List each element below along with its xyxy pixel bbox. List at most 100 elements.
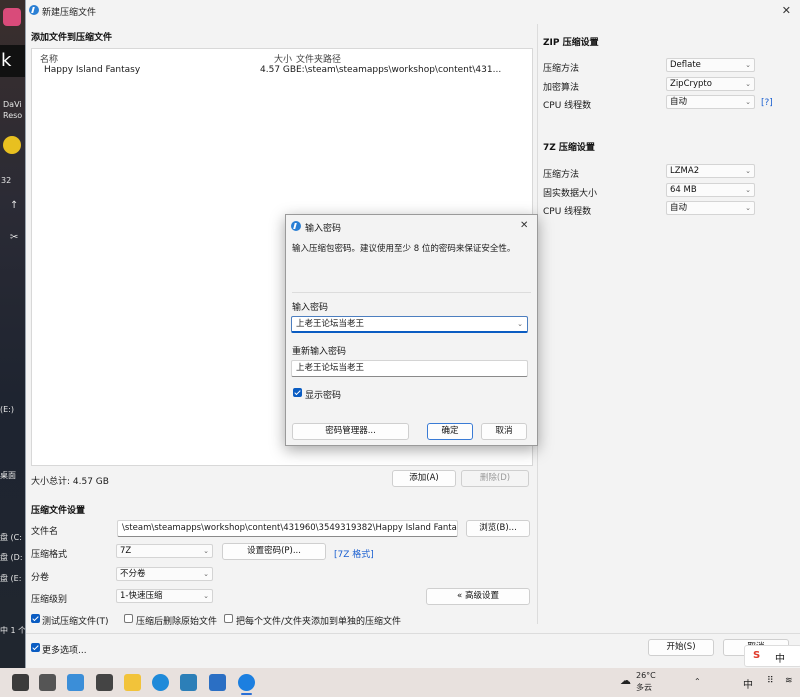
- dialog-hint: 输入压缩包密码。建议使用至少 8 位的密码来保证安全性。: [292, 244, 516, 254]
- app-logo-icon: [29, 5, 39, 15]
- zip-encrypt-label: 加密算法: [543, 83, 580, 93]
- taskbar-app-icon[interactable]: [12, 674, 29, 691]
- close-icon[interactable]: ✕: [520, 220, 528, 231]
- 7z-settings-heading: 7Z 压缩设置: [543, 143, 595, 153]
- show-password-checkbox[interactable]: [293, 388, 302, 397]
- password-input[interactable]: 上老王论坛当老王 ⌄: [291, 316, 528, 333]
- chevron-down-icon: ⌄: [745, 61, 751, 69]
- chevron-down-icon: ⌄: [745, 167, 751, 175]
- filename-input[interactable]: \steam\steamapps\workshop\content\431960…: [117, 520, 458, 537]
- help-link[interactable]: [?]: [761, 98, 773, 108]
- zip-encrypt-value: ZipCrypto: [670, 79, 712, 89]
- taskbar-app-icon[interactable]: [67, 674, 84, 691]
- taskbar-app-icon[interactable]: [39, 674, 56, 691]
- split-select[interactable]: 不分卷 ⌄: [116, 567, 213, 581]
- zip-method-select[interactable]: Deflate ⌄: [666, 58, 755, 72]
- chevron-down-icon: ⌄: [745, 80, 751, 88]
- compress-settings-heading: 压缩文件设置: [31, 506, 86, 516]
- format-link[interactable]: [7Z 格式]: [334, 547, 374, 560]
- sogou-icon[interactable]: S: [753, 650, 760, 661]
- show-password-label: 显示密码: [305, 391, 342, 401]
- zip-cpu-label: CPU 线程数: [543, 101, 592, 111]
- 7z-block-select[interactable]: 64 MB ⌄: [666, 183, 755, 197]
- file-explorer-icon[interactable]: [124, 674, 141, 691]
- ime-toolbar[interactable]: S 中: [744, 645, 800, 667]
- file-path-cell: E:\steam\steamapps\workshop\content\431.…: [296, 65, 502, 75]
- more-options-checkbox[interactable]: [31, 643, 40, 652]
- level-label: 压缩级别: [31, 595, 68, 605]
- start-button[interactable]: 开始(S): [648, 639, 714, 656]
- test-archive-checkbox[interactable]: [31, 614, 40, 623]
- desktop-item-label: 盘 (C:: [0, 533, 22, 542]
- taskbar-app-icon[interactable]: [209, 674, 226, 691]
- add-button[interactable]: 添加(A): [392, 470, 456, 487]
- zip-cpu-value: 自动: [670, 97, 688, 107]
- 7z-block-label: 固实数据大小: [543, 189, 598, 199]
- wifi-icon[interactable]: ≋: [785, 676, 793, 686]
- window-title: 新建压缩文件: [42, 8, 97, 18]
- split-label: 分卷: [31, 573, 50, 583]
- desktop-item-label: (E:): [0, 405, 14, 414]
- 7z-cpu-label: CPU 线程数: [543, 207, 592, 217]
- separate-archives-checkbox[interactable]: [224, 614, 233, 623]
- weather-desc[interactable]: 多云: [636, 682, 652, 693]
- compressor-app-icon[interactable]: [238, 674, 255, 691]
- dialog-divider: [292, 292, 531, 293]
- edge-icon[interactable]: [152, 674, 169, 691]
- table-row[interactable]: Happy Island Fantasy 4.57 GB E:\steam\st…: [32, 63, 532, 76]
- ok-button[interactable]: 确定: [427, 423, 473, 440]
- confirm-password-label: 重新输入密码: [292, 347, 347, 357]
- set-password-button[interactable]: 设置密码(P)...: [222, 543, 326, 560]
- total-size-label: 大小总计: 4.57 GB: [31, 477, 109, 487]
- taskbar-app-icon[interactable]: [180, 674, 197, 691]
- more-options-label: 更多选项...: [42, 646, 87, 656]
- input-language[interactable]: 中: [743, 676, 753, 691]
- level-select[interactable]: 1-快速压缩 ⌄: [116, 589, 213, 603]
- password-dialog: 输入密码 ✕ 输入压缩包密码。建议使用至少 8 位的密码来保证安全性。 输入密码…: [285, 214, 538, 446]
- app-shortcut-icon[interactable]: [3, 8, 21, 26]
- dialog-cancel-button[interactable]: 取消: [481, 423, 527, 440]
- delete-button[interactable]: 删除(D): [461, 470, 529, 487]
- 7z-cpu-select[interactable]: 自动 ⌄: [666, 201, 755, 215]
- desktop-item-label: 桌面: [0, 471, 16, 480]
- desktop-item-label: 32: [1, 176, 12, 185]
- 7z-block-value: 64 MB: [670, 185, 697, 195]
- close-icon[interactable]: ✕: [782, 4, 791, 17]
- password-manager-button[interactable]: 密码管理器...: [292, 423, 409, 440]
- chevron-down-icon: ⌄: [745, 98, 751, 106]
- ime-language[interactable]: 中: [775, 650, 785, 665]
- chevron-down-icon: ⌄: [203, 547, 209, 555]
- browse-button[interactable]: 浏览(B)...: [466, 520, 530, 537]
- chevron-up-icon[interactable]: ⌃: [694, 677, 701, 686]
- desktop-item-label: 盘 (D:: [0, 553, 23, 562]
- taskbar-app-icon[interactable]: [96, 674, 113, 691]
- zip-cpu-select[interactable]: 自动 ⌄: [666, 95, 755, 109]
- 7z-method-label: 压缩方法: [543, 170, 580, 180]
- format-select[interactable]: 7Z ⌄: [116, 544, 213, 558]
- chevron-down-icon: ⌄: [745, 204, 751, 212]
- 7z-method-select[interactable]: LZMA2 ⌄: [666, 164, 755, 178]
- footer-divider: [26, 633, 800, 634]
- scissors-icon: ✂: [10, 232, 19, 243]
- plus-app-icon[interactable]: [3, 136, 21, 154]
- zip-encrypt-select[interactable]: ZipCrypto ⌄: [666, 77, 755, 91]
- apps-grid-icon[interactable]: ⠿: [767, 676, 774, 686]
- level-select-value: 1-快速压缩: [120, 591, 163, 601]
- 7z-cpu-value: 自动: [670, 203, 688, 213]
- weather-temp[interactable]: 26°C: [636, 671, 656, 680]
- split-select-value: 不分卷: [120, 569, 146, 579]
- file-size-cell: 4.57 GB: [260, 65, 297, 75]
- delete-originals-checkbox[interactable]: [124, 614, 133, 623]
- dialog-title: 输入密码: [305, 224, 342, 234]
- cloud-icon: ☁: [620, 674, 631, 687]
- confirm-password-input[interactable]: 上老王论坛当老王: [291, 360, 528, 377]
- chevron-down-icon[interactable]: ⌄: [517, 317, 523, 331]
- up-arrow-icon: ↑: [10, 200, 19, 211]
- chevron-down-icon: ⌄: [203, 592, 209, 600]
- test-archive-label: 测试压缩文件(T): [42, 617, 109, 627]
- advanced-settings-button[interactable]: « 高级设置: [426, 588, 530, 605]
- title-bar: 新建压缩文件 ✕: [26, 0, 800, 22]
- active-indicator: [241, 693, 252, 695]
- format-label: 压缩格式: [31, 550, 68, 560]
- desktop-item-label: DaVi: [3, 100, 22, 109]
